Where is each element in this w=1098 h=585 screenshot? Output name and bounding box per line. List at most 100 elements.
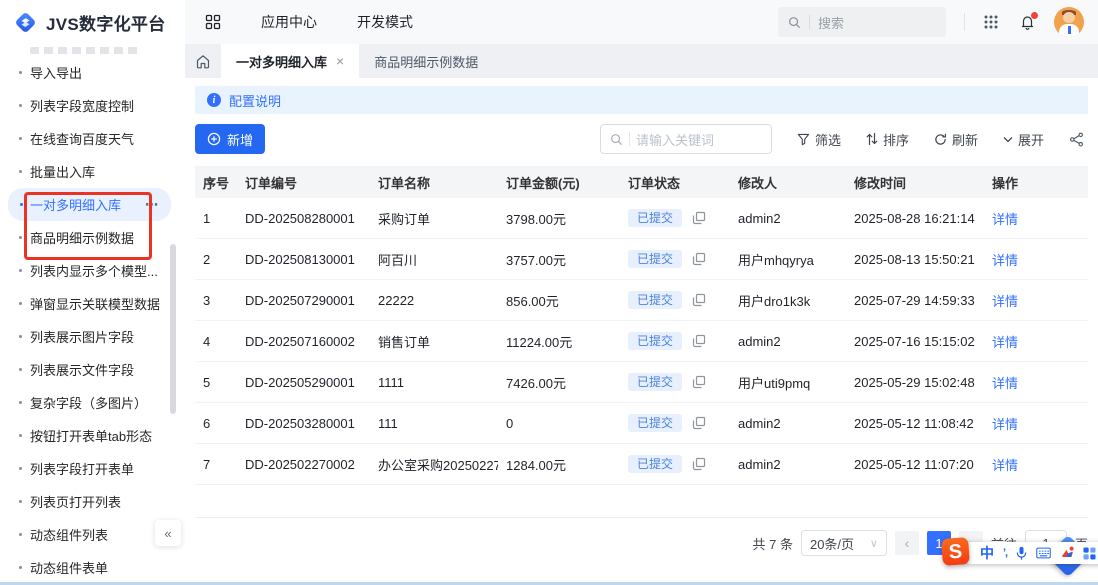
ime-toolbox-icon[interactable]	[1060, 546, 1074, 560]
sidebar-item[interactable]: 列表展示图片字段	[0, 320, 185, 353]
sogou-logo-icon[interactable]: S	[941, 537, 970, 566]
microphone-icon[interactable]	[1016, 546, 1027, 560]
config-banner: i 配置说明	[195, 86, 1088, 114]
bullet-icon	[19, 269, 22, 272]
chevron-down-icon	[1003, 136, 1013, 143]
sidebar-item-active[interactable]: 一对多明细入库⋯	[8, 188, 171, 221]
sidebar-item-label: 复杂字段（多图片）	[30, 393, 147, 412]
cell-seq: 1	[195, 198, 237, 239]
tab-inactive[interactable]: 商品明细示例数据	[359, 44, 493, 78]
home-icon[interactable]	[185, 44, 221, 78]
workspace-grid-icon[interactable]	[205, 14, 221, 30]
more-icon[interactable]: ⋯	[145, 197, 159, 213]
sidebar-item[interactable]: 批量出入库	[0, 155, 185, 188]
sidebar-item[interactable]: 导入导出	[0, 56, 185, 89]
apps-launcher-icon[interactable]	[983, 14, 999, 30]
ime-punctuation-toggle[interactable]: ’,	[1003, 547, 1007, 559]
expand-label: 展开	[1018, 130, 1044, 149]
sidebar-collapse-button[interactable]: «	[155, 520, 181, 546]
copy-icon[interactable]	[692, 293, 706, 307]
expand-button[interactable]: 展开	[1003, 130, 1044, 149]
cell-order-no: DD-202508280001	[237, 198, 370, 239]
detail-link[interactable]: 详情	[992, 458, 1018, 473]
sidebar-item[interactable]: 列表展示文件字段	[0, 353, 185, 386]
config-banner-link[interactable]: 配置说明	[229, 91, 281, 110]
add-button[interactable]: 新增	[195, 124, 265, 154]
cell-amount: 11224.00元	[498, 321, 620, 362]
copy-icon[interactable]	[692, 211, 706, 225]
status-badge: 已提交	[628, 291, 682, 309]
refresh-button[interactable]: 刷新	[934, 130, 978, 149]
cell-amount: 3798.00元	[498, 198, 620, 239]
prev-page-button[interactable]: ‹	[895, 531, 919, 555]
sidebar-item[interactable]: 弹窗显示关联模型数据	[0, 287, 185, 320]
cell-modifier: 用户dro1k3k	[730, 280, 846, 321]
ime-mode-toggle[interactable]: 中	[980, 543, 994, 563]
nav-dev-mode[interactable]: 开发模式	[357, 12, 413, 32]
copy-icon[interactable]	[692, 334, 706, 348]
sidebar-item-label: 动态组件列表	[30, 525, 108, 544]
table-header-row: 序号订单编号订单名称订单金额(元)订单状态修改人修改时间操作	[195, 166, 1088, 198]
notification-bell-icon[interactable]	[1019, 14, 1036, 31]
sidebar-item-label: 列表字段宽度控制	[30, 96, 134, 115]
share-icon[interactable]	[1069, 132, 1084, 147]
nav-app-center[interactable]: 应用中心	[261, 12, 317, 32]
sidebar-item[interactable]: 动态组件表单	[0, 551, 185, 584]
detail-link[interactable]: 详情	[992, 335, 1018, 350]
plus-circle-icon	[207, 132, 221, 146]
cell-action: 详情	[984, 444, 1088, 485]
copy-icon[interactable]	[692, 252, 706, 266]
keyword-search-input[interactable]: 请输入关键词	[600, 124, 772, 154]
sidebar-item[interactable]: 列表字段宽度控制	[0, 89, 185, 122]
sidebar-item[interactable]: 在线查询百度天气	[0, 122, 185, 155]
user-avatar[interactable]	[1054, 7, 1084, 37]
bullet-icon	[19, 467, 22, 470]
bullet-icon	[19, 533, 22, 536]
detail-link[interactable]: 详情	[992, 376, 1018, 391]
cell-action: 详情	[984, 239, 1088, 280]
bullet-icon	[19, 137, 22, 140]
sidebar-item[interactable]: 列表内显示多个模型...	[0, 254, 185, 287]
topbar-main: 应用中心 开发模式 搜索	[185, 0, 1098, 44]
cell-status: 已提交	[620, 362, 730, 403]
copy-icon[interactable]	[692, 416, 706, 430]
detail-link[interactable]: 详情	[992, 253, 1018, 268]
sidebar-scrollbar[interactable]	[170, 244, 176, 414]
cell-order-name: 111	[370, 403, 498, 444]
cell-order-no: DD-202503280001	[237, 403, 370, 444]
ime-grid-icon[interactable]	[1083, 547, 1096, 560]
sidebar-item[interactable]: 列表页打开列表	[0, 485, 185, 518]
bullet-icon	[19, 434, 22, 437]
global-search-input[interactable]: 搜索	[778, 7, 946, 37]
copy-icon[interactable]	[692, 457, 706, 471]
bullet-icon	[19, 500, 22, 503]
sidebar-item[interactable]: 商品明细示例数据	[0, 221, 185, 254]
cell-modified: 2025-05-12 11:07:20	[846, 444, 984, 485]
sort-arrows-icon	[866, 132, 878, 146]
table-row: 4DD-202507160002销售订单11224.00元已提交admin220…	[195, 321, 1088, 362]
cell-modified: 2025-05-29 15:02:48	[846, 362, 984, 403]
close-icon[interactable]: ×	[336, 53, 344, 69]
sidebar-item[interactable]: 列表字段打开表单	[0, 452, 185, 485]
cell-action: 详情	[984, 198, 1088, 239]
detail-link[interactable]: 详情	[992, 212, 1018, 227]
keyboard-icon[interactable]	[1036, 547, 1051, 559]
copy-icon[interactable]	[692, 375, 706, 389]
cell-modifier: 用户mhqyrya	[730, 239, 846, 280]
filter-button[interactable]: 筛选	[797, 130, 841, 149]
detail-link[interactable]: 详情	[992, 294, 1018, 309]
sort-button[interactable]: 排序	[866, 130, 909, 149]
sidebar-item[interactable]: 按钮打开表单tab形态	[0, 419, 185, 452]
page-size-select[interactable]: 20条/页 ∨	[801, 530, 887, 556]
cell-action: 详情	[984, 403, 1088, 444]
top-header: JVS数字化平台 应用中心 开发模式 搜索	[0, 0, 1098, 44]
cell-modified: 2025-07-29 14:59:33	[846, 280, 984, 321]
cell-modifier: admin2	[730, 198, 846, 239]
sidebar-item[interactable]: 复杂字段（多图片）	[0, 386, 185, 419]
sidebar-item-label: 导入导出	[30, 63, 82, 82]
tab-active[interactable]: 一对多明细入库 ×	[221, 44, 359, 78]
detail-link[interactable]: 详情	[992, 417, 1018, 432]
search-divider	[629, 132, 630, 146]
funnel-icon	[797, 133, 810, 146]
cell-status: 已提交	[620, 444, 730, 485]
